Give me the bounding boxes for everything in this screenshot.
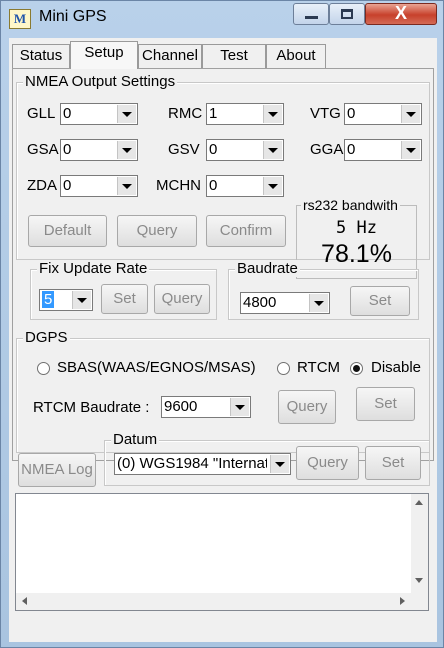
- chevron-down-icon[interactable]: [309, 294, 328, 312]
- horizontal-scrollbar[interactable]: [16, 593, 411, 610]
- tab-about[interactable]: About: [266, 44, 326, 68]
- sbas-radio-label: SBAS(WAAS/EGNOS/MSAS): [57, 359, 256, 376]
- rmc-label: RMC: [168, 105, 203, 122]
- sbas-radio[interactable]: [37, 362, 50, 375]
- gga-label: GGA: [310, 141, 344, 158]
- datum-select[interactable]: (0) WGS1984 "Internati: [114, 453, 291, 475]
- gsv-label: GSV: [168, 141, 200, 158]
- scroll-corner: [411, 593, 428, 610]
- tab-channel[interactable]: Channel: [138, 44, 202, 68]
- rs232-bandwidth-box: rs232 bandwith 5 Hz 78.1%: [296, 197, 417, 279]
- scroll-up-icon[interactable]: [415, 500, 423, 505]
- gsa-label: GSA: [27, 141, 59, 158]
- baudrate-select[interactable]: 4800: [240, 292, 330, 314]
- zda-select[interactable]: 0: [60, 175, 138, 197]
- disable-radio-label: Disable: [371, 359, 422, 376]
- chevron-down-icon[interactable]: [401, 105, 420, 123]
- tab-setup[interactable]: Setup: [70, 41, 138, 69]
- tab-test[interactable]: Test: [202, 44, 266, 68]
- app-icon: M: [9, 9, 31, 29]
- gll-label: GLL: [27, 105, 56, 122]
- baudrate-label: Baudrate: [235, 260, 300, 277]
- chevron-down-icon[interactable]: [230, 398, 249, 416]
- gga-select[interactable]: 0: [344, 139, 422, 161]
- dgps-set-button[interactable]: Set: [356, 387, 415, 421]
- chevron-down-icon[interactable]: [263, 141, 282, 159]
- datum-label: Datum: [111, 431, 160, 448]
- setup-panel: NMEA Output Settings GLL 0 RMC 1 VTG 0 G…: [12, 68, 434, 461]
- maximize-button[interactable]: [329, 3, 365, 25]
- chevron-down-icon[interactable]: [117, 177, 136, 195]
- rtcm-baudrate-select[interactable]: 9600: [161, 396, 251, 418]
- minimize-icon: [305, 16, 318, 19]
- gsa-select[interactable]: 0: [60, 139, 138, 161]
- chevron-down-icon[interactable]: [117, 141, 136, 159]
- minimize-button[interactable]: [293, 3, 329, 25]
- nmea-log-button[interactable]: NMEA Log: [18, 453, 96, 487]
- rtcm-baudrate-label: RTCM Baudrate :: [33, 399, 150, 416]
- vtg-select[interactable]: 0: [344, 103, 422, 125]
- fix-rate-set-button[interactable]: Set: [101, 284, 148, 314]
- baudrate-set-button[interactable]: Set: [350, 286, 410, 316]
- chevron-down-icon[interactable]: [401, 141, 420, 159]
- close-button[interactable]: X: [365, 3, 437, 25]
- default-button[interactable]: Default: [28, 215, 107, 247]
- chevron-down-icon[interactable]: [263, 177, 282, 195]
- mchn-select[interactable]: 0: [206, 175, 284, 197]
- close-icon: X: [394, 3, 407, 23]
- datum-set-button[interactable]: Set: [365, 446, 421, 480]
- scroll-left-icon[interactable]: [22, 597, 27, 605]
- rtcm-radio-label: RTCM: [297, 359, 341, 376]
- gll-select[interactable]: 0: [60, 103, 138, 125]
- datum-query-button[interactable]: Query: [296, 446, 359, 480]
- window-title: Mini GPS: [39, 8, 107, 25]
- main-window: M Mini GPS X Status Setup Channel Test A…: [0, 0, 444, 648]
- fix-rate-query-button[interactable]: Query: [154, 284, 210, 314]
- vtg-label: VTG: [310, 105, 341, 122]
- maximize-icon: [341, 9, 353, 19]
- dgps-query-button[interactable]: Query: [278, 390, 336, 424]
- rs232-title: rs232 bandwith: [301, 197, 400, 213]
- vertical-scrollbar[interactable]: [411, 494, 428, 594]
- scroll-right-icon[interactable]: [400, 597, 405, 605]
- chevron-down-icon[interactable]: [72, 291, 91, 309]
- rs232-rate: 5 Hz: [336, 218, 377, 238]
- dgps-label: DGPS: [23, 329, 70, 346]
- rs232-percent: 78.1%: [321, 240, 392, 268]
- scroll-down-icon[interactable]: [415, 578, 423, 583]
- gsv-select[interactable]: 0: [206, 139, 284, 161]
- confirm-button[interactable]: Confirm: [206, 215, 286, 247]
- chevron-down-icon[interactable]: [117, 105, 136, 123]
- zda-label: ZDA: [27, 177, 57, 194]
- disable-radio[interactable]: [350, 362, 363, 375]
- mchn-label: MCHN: [156, 177, 201, 194]
- chevron-down-icon[interactable]: [270, 455, 289, 473]
- nmea-group-label: NMEA Output Settings: [23, 73, 178, 90]
- nmea-query-button[interactable]: Query: [117, 215, 197, 247]
- fix-rate-select[interactable]: 5: [39, 289, 93, 311]
- log-output[interactable]: [15, 493, 429, 611]
- tab-status[interactable]: Status: [12, 44, 70, 68]
- rtcm-radio[interactable]: [277, 362, 290, 375]
- fix-rate-label: Fix Update Rate: [37, 260, 150, 277]
- rmc-select[interactable]: 1: [206, 103, 284, 125]
- client-area: Status Setup Channel Test About NMEA Out…: [9, 38, 437, 642]
- chevron-down-icon[interactable]: [263, 105, 282, 123]
- title-bar[interactable]: M Mini GPS X: [1, 1, 443, 35]
